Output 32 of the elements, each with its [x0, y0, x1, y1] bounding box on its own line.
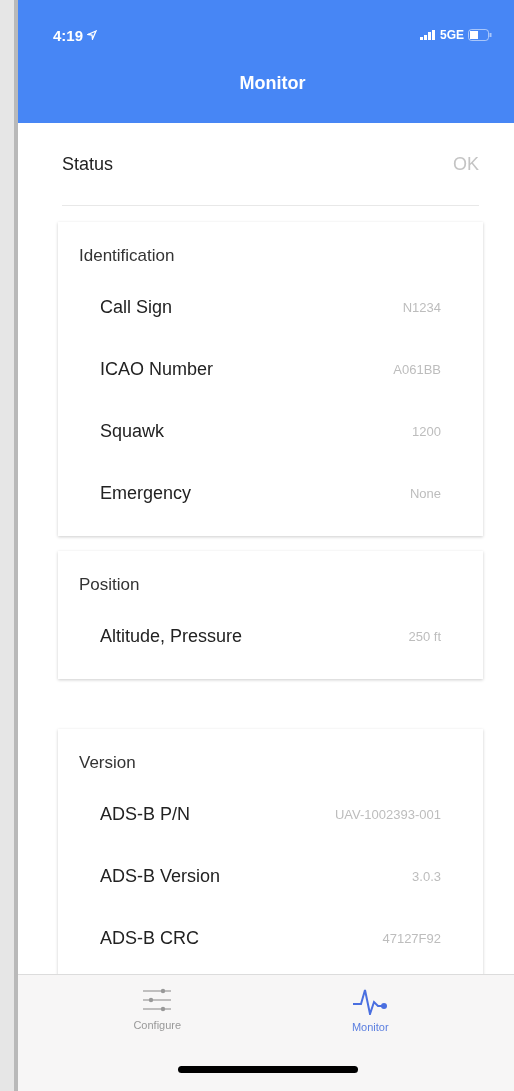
field-label: Altitude, Pressure: [100, 625, 243, 647]
tab[interactable]: Configure: [123, 983, 192, 1037]
field-label: ICAO Number: [100, 358, 214, 380]
field-value: A061BB: [393, 361, 441, 377]
pulse-icon: [352, 987, 389, 1015]
card-title: Identification: [78, 245, 176, 267]
field-value: 47127F92: [382, 930, 441, 946]
field-value: 1200: [412, 423, 441, 439]
battery-icon: [468, 29, 492, 41]
field-label: Emergency: [100, 482, 192, 504]
field-label: Call Sign: [100, 296, 173, 318]
field-value: 3.0.3: [412, 868, 441, 884]
field-value: 250 ft: [408, 628, 441, 644]
clock: 4:19: [53, 26, 84, 44]
home-indicator[interactable]: [178, 1066, 358, 1073]
card-title: Position: [78, 574, 141, 596]
status-value: OK: [453, 153, 479, 175]
tab[interactable]: Monitor: [341, 983, 399, 1037]
field-value: UAV-1002393-001: [335, 806, 441, 822]
card-title: Version: [78, 752, 137, 774]
field-label: ADS-B P/N: [100, 803, 191, 825]
field-value: None: [409, 485, 441, 501]
field-label: Squawk: [100, 420, 165, 442]
sliders-icon: [141, 987, 174, 1013]
location-arrow-icon: [87, 30, 98, 40]
field-value: N1234: [402, 299, 441, 315]
field-label: ADS-B CRC: [100, 927, 199, 949]
network-type: 5GE: [440, 28, 464, 42]
status-label: Status: [62, 153, 114, 175]
signal-icon: [420, 30, 436, 40]
screen-title: Monitor: [239, 72, 306, 95]
field-label: ADS-B Version: [100, 865, 221, 887]
